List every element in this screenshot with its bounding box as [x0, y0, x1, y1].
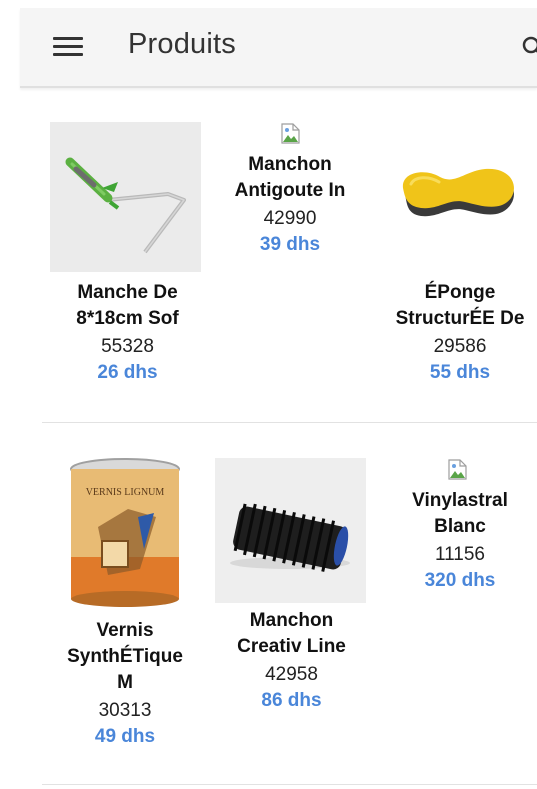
- product-code: 11156: [434, 544, 485, 565]
- product-card[interactable]: ÉPonge StructurÉE De 29586 55 dhs: [383, 150, 537, 390]
- product-image: [395, 164, 520, 224]
- product-image: VERNIS LIGNUM: [68, 457, 183, 609]
- product-name: Vinylastral Blanc: [412, 490, 508, 537]
- product-code: 29586: [433, 336, 487, 357]
- broken-image-icon: [280, 122, 302, 146]
- search-icon[interactable]: [520, 34, 537, 60]
- product-image: [50, 122, 201, 272]
- product-card[interactable]: Manche De 8*18cm Sof 55328 26 dhs: [50, 122, 205, 392]
- page-title: Produits: [128, 28, 236, 60]
- product-code: 42958: [265, 664, 318, 685]
- app-bar: Produits: [20, 8, 537, 88]
- product-code: 30313: [98, 700, 152, 721]
- product-name: ÉPonge StructurÉE De: [395, 282, 525, 329]
- product-card[interactable]: Manchon Antigoute In 42990 39 dhs: [220, 122, 360, 262]
- product-code: 55328: [101, 336, 154, 357]
- product-price: 320 dhs: [424, 570, 496, 591]
- broken-image-icon: [447, 458, 469, 482]
- row-divider: [42, 784, 537, 785]
- menu-icon[interactable]: [53, 37, 83, 57]
- product-card[interactable]: Vinylastral Blanc 11156 320 dhs: [385, 458, 535, 598]
- product-card[interactable]: VERNIS LIGNUM Vernis SynthÉTique M 30313 4…: [50, 455, 200, 755]
- product-image: [215, 458, 366, 603]
- product-price: 39 dhs: [259, 234, 321, 255]
- product-name: Manche De 8*18cm Sof: [76, 282, 179, 329]
- product-code: 42990: [263, 208, 317, 229]
- product-price: 55 dhs: [429, 362, 491, 383]
- product-name: Manchon Antigoute In: [234, 154, 346, 201]
- row-divider: [42, 422, 537, 423]
- product-card[interactable]: Manchon Creativ Line 42958 86 dhs: [215, 458, 368, 720]
- product-price: 26 dhs: [97, 362, 158, 383]
- product-name: Manchon Creativ Line: [237, 610, 346, 657]
- product-name: Vernis SynthÉTique M: [67, 620, 183, 693]
- product-price: 86 dhs: [261, 690, 322, 711]
- can-label: VERNIS LIGNUM: [86, 487, 165, 498]
- product-price: 49 dhs: [94, 726, 156, 747]
